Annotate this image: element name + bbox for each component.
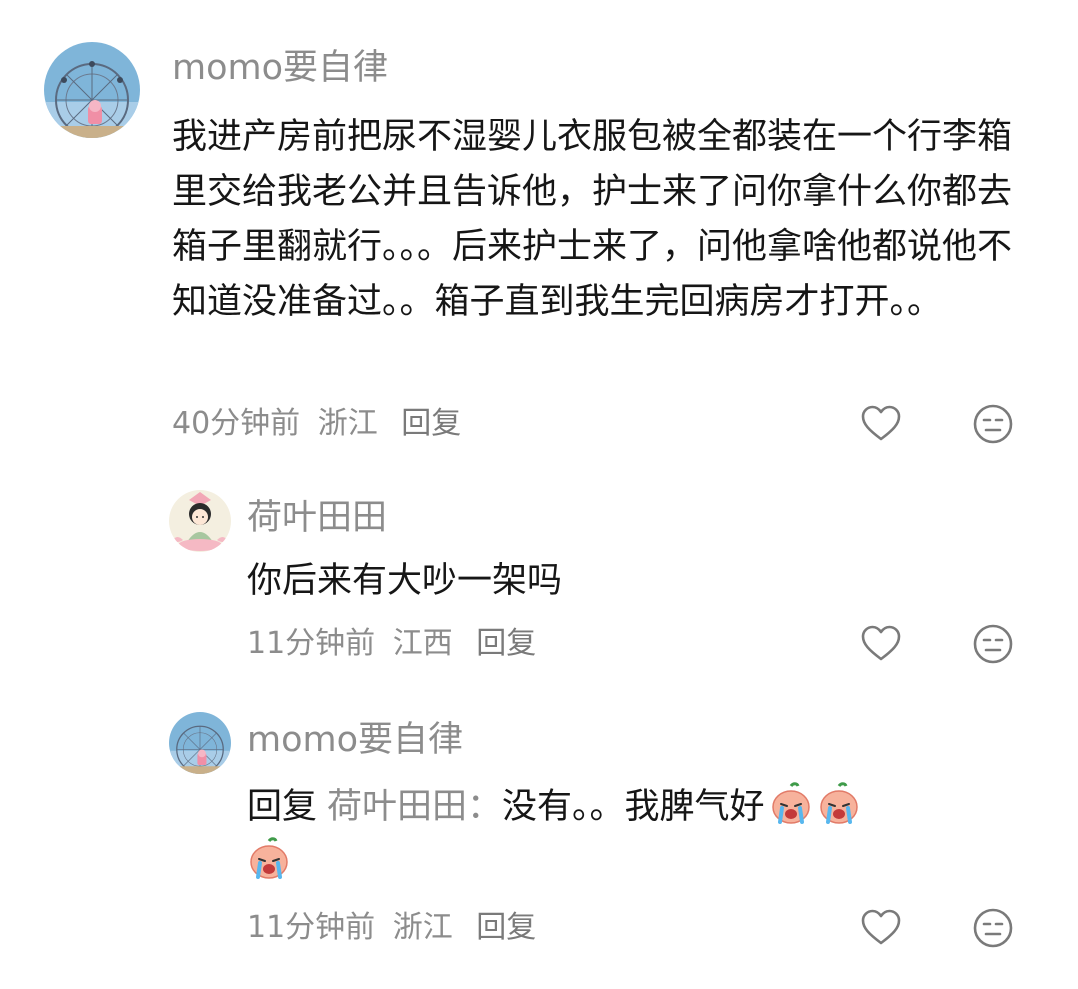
reply-prefix: 回复 [247, 787, 318, 827]
crying-peach-emoji [817, 782, 861, 826]
comment-meta: 11分钟前 江西 回复 [247, 624, 544, 664]
neutral-face-icon [973, 908, 1013, 948]
reply-button[interactable]: 回复 [401, 406, 461, 441]
dislike-button[interactable] [971, 622, 1015, 666]
comment-text-content: 没有。。我脾气好 [502, 787, 765, 827]
reply-comment-item: 荷叶田田 你后来有大吵一架吗 11分钟前 江西 回复 [0, 470, 1078, 690]
reply-button[interactable]: 回复 [476, 626, 536, 661]
comment-username[interactable]: momo要自律 [172, 48, 388, 88]
comment-location: 江西 [392, 626, 453, 661]
ferris-wheel-avatar-image [169, 712, 231, 774]
neutral-face-icon [973, 404, 1013, 444]
comment-time: 11分钟前 [247, 626, 376, 661]
neutral-face-icon [973, 624, 1013, 664]
dislike-button[interactable] [971, 906, 1015, 950]
dislike-button[interactable] [971, 402, 1015, 446]
comment-location: 浙江 [392, 910, 453, 945]
ferris-wheel-avatar-image [44, 42, 140, 138]
avatar[interactable] [169, 712, 231, 774]
comment-text: 我进产房前把尿不湿婴儿衣服包被全都装在一个行李箱里交给我老公并且告诉他，护士来了… [172, 117, 1013, 322]
comment-text: 回复 荷叶田田：没有。。我脾气好 [247, 780, 1007, 890]
lotus-girl-avatar-image [169, 490, 231, 552]
avatar[interactable] [44, 42, 140, 138]
reply-target-username[interactable]: 荷叶田田： [327, 787, 502, 827]
heart-outline-icon [861, 625, 901, 661]
avatar[interactable] [169, 490, 231, 552]
like-button[interactable] [859, 402, 903, 446]
comment-text: 你后来有大吵一架吗 [247, 561, 563, 601]
comment-time: 11分钟前 [247, 910, 376, 945]
comment-username[interactable]: momo要自律 [247, 720, 463, 760]
comment-meta: 40分钟前 浙江 回复 [172, 404, 469, 444]
comment-location: 浙江 [317, 406, 378, 441]
comment-time: 40分钟前 [172, 406, 301, 441]
comment-meta: 11分钟前 浙江 回复 [247, 908, 544, 948]
comment-username[interactable]: 荷叶田田 [247, 498, 387, 538]
reply-button[interactable]: 回复 [476, 910, 536, 945]
crying-peach-emoji [769, 782, 813, 826]
like-button[interactable] [859, 622, 903, 666]
heart-outline-icon [861, 405, 901, 441]
like-button[interactable] [859, 906, 903, 950]
reply-comment-item: momo要自律 回复 荷叶田田：没有。。我脾气好 11分钟前 浙江 回复 [0, 690, 1078, 989]
crying-peach-emoji [247, 837, 291, 881]
heart-outline-icon [861, 909, 901, 945]
comment-item: momo要自律 我进产房前把尿不湿婴儿衣服包被全都装在一个行李箱里交给我老公并且… [0, 0, 1078, 470]
